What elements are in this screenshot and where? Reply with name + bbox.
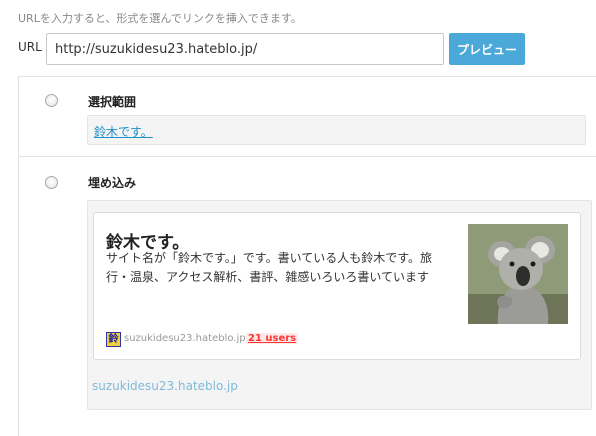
bookmark-users-badge[interactable]: 21 users bbox=[246, 333, 299, 344]
url-label: URL bbox=[18, 40, 42, 54]
selection-preview-box: 鈴木です。 bbox=[87, 115, 586, 145]
site-favicon-icon: 鈴 bbox=[106, 332, 121, 347]
embed-footer-link[interactable]: suzukidesu23.hateblo.jp bbox=[92, 379, 238, 393]
instruction-text: URLを入力すると、形式を選んでリンクを挿入できます。 bbox=[18, 12, 302, 25]
koala-thumbnail-image[interactable] bbox=[468, 224, 568, 324]
embed-radio-button[interactable] bbox=[45, 176, 58, 189]
preview-button[interactable]: プレビュー bbox=[449, 33, 525, 65]
card-description: サイト名が「鈴木です。」です。書いている人も鈴木です。旅行・温泉、アクセス解析、… bbox=[106, 251, 433, 284]
selection-link[interactable]: 鈴木です。 bbox=[94, 125, 153, 139]
options-divider bbox=[18, 156, 596, 157]
card-domain[interactable]: suzukidesu23.hateblo.jp bbox=[124, 333, 246, 344]
selection-radio-button[interactable] bbox=[45, 94, 58, 107]
embed-option-title: 埋め込み bbox=[88, 176, 137, 190]
url-input[interactable] bbox=[46, 33, 444, 65]
selection-option-title: 選択範囲 bbox=[88, 95, 137, 109]
